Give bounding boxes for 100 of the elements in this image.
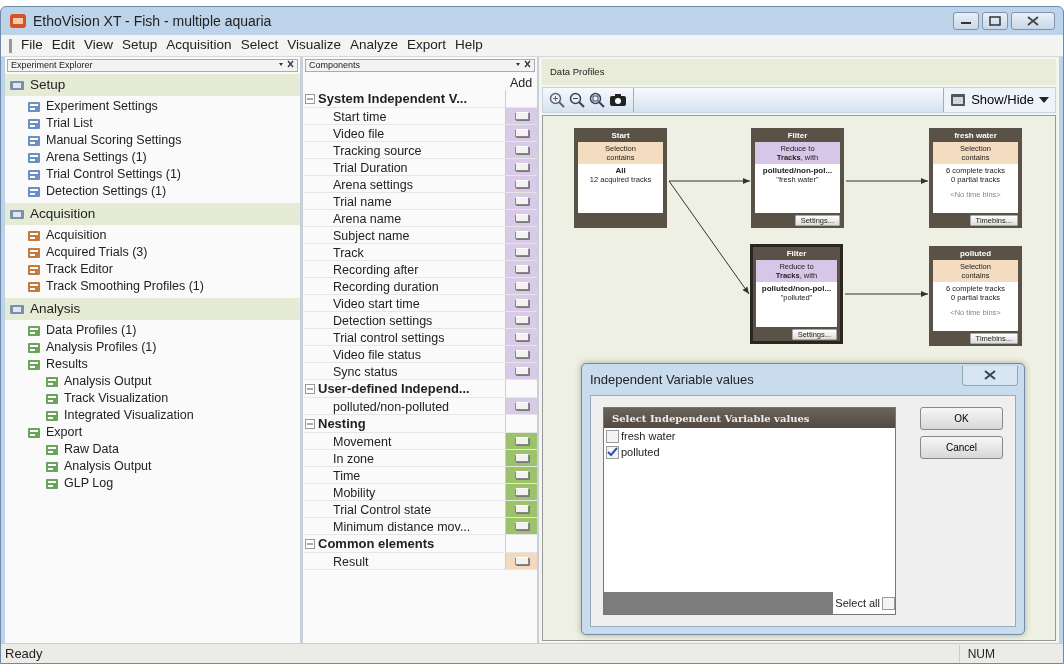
explorer-item[interactable]: Detection Settings (1) (46, 182, 167, 201)
menu-item[interactable]: Edit (51, 35, 76, 56)
collapse-icon[interactable] (305, 93, 315, 104)
section-label[interactable]: Analysis (30, 298, 81, 320)
add-button[interactable] (514, 163, 529, 171)
explorer-item[interactable]: Trial List (46, 114, 93, 133)
menu-item[interactable]: Visualize (287, 35, 341, 56)
add-button[interactable] (514, 112, 529, 120)
menu-item[interactable]: Analyze (349, 35, 398, 56)
add-button[interactable] (514, 350, 529, 358)
cancel-button[interactable]: Cancel (920, 436, 1003, 459)
camera-icon[interactable] (609, 93, 627, 107)
component-name: Result (333, 555, 369, 569)
folder-icon (9, 79, 25, 91)
maximize-icon (989, 16, 1001, 26)
collapse-icon[interactable] (305, 418, 315, 429)
menu-item[interactable]: Acquisition (166, 35, 232, 56)
add-button[interactable] (514, 437, 529, 445)
add-button[interactable] (514, 505, 529, 513)
menu-item[interactable]: Help (455, 35, 483, 56)
panel-title: Experiment Explorer (11, 60, 93, 71)
collapse-icon[interactable] (305, 383, 315, 394)
add-button[interactable] (514, 282, 529, 290)
add-button[interactable] (514, 402, 529, 410)
add-button[interactable] (514, 129, 529, 137)
close-button[interactable] (1011, 12, 1055, 30)
explorer-item[interactable]: Export (46, 423, 83, 442)
add-button[interactable] (514, 557, 529, 565)
add-button[interactable] (514, 248, 529, 256)
collapse-icon[interactable] (305, 538, 315, 549)
section-label[interactable]: Setup (30, 74, 66, 96)
add-button[interactable] (514, 454, 529, 462)
explorer-item[interactable]: GLP Log (64, 474, 114, 493)
add-button[interactable] (514, 471, 529, 479)
grip-icon (9, 38, 12, 53)
checkbox[interactable] (606, 445, 619, 459)
explorer-item[interactable]: Data Profiles (1) (46, 321, 137, 340)
document-icon (45, 443, 59, 456)
component-name: Video file (333, 127, 385, 141)
zoom-in-icon[interactable] (549, 92, 565, 108)
minimize-button[interactable] (953, 12, 979, 30)
pin-close-icon[interactable] (278, 60, 294, 68)
node-title: fresh water (953, 130, 998, 142)
document-icon (45, 375, 59, 388)
explorer-item[interactable]: Acquired Trials (3) (46, 243, 148, 262)
menu-item[interactable]: View (84, 35, 114, 56)
add-button[interactable] (514, 488, 529, 496)
explorer-item[interactable]: Analysis Output (64, 372, 152, 391)
checkbox[interactable] (606, 429, 619, 443)
zoom-fit-icon[interactable] (589, 92, 605, 108)
component-name: Video file status (333, 348, 422, 362)
checkbox[interactable] (882, 596, 895, 610)
ok-button[interactable]: OK (920, 407, 1003, 430)
explorer-item[interactable]: Experiment Settings (46, 97, 158, 116)
maximize-button[interactable] (982, 12, 1008, 30)
explorer-item[interactable]: Trial Control Settings (1) (46, 165, 181, 184)
document-icon (45, 392, 59, 405)
menu-item[interactable]: Select (240, 35, 279, 56)
explorer-item[interactable]: Raw Data (64, 440, 119, 459)
add-button[interactable] (514, 146, 529, 154)
panel-icon (950, 93, 967, 107)
node-text: polluted/non-pol... (760, 284, 833, 293)
add-button[interactable] (514, 231, 529, 239)
add-button[interactable] (514, 299, 529, 307)
explorer-item[interactable]: Analysis Profiles (1) (46, 338, 157, 357)
folder-icon (9, 303, 25, 315)
node-text: polluted/non-pol... (761, 166, 834, 175)
add-button[interactable] (514, 265, 529, 273)
document-icon (27, 341, 41, 354)
explorer-item[interactable]: Results (46, 355, 88, 374)
component-name: Recording duration (333, 280, 439, 294)
group-header: Nesting (318, 415, 366, 432)
close-button[interactable] (962, 365, 1018, 386)
add-button[interactable] (514, 367, 529, 375)
menu-item[interactable]: Setup (122, 35, 158, 56)
select-all-label: Select all (835, 595, 880, 611)
explorer-item[interactable]: Track Smoothing Profiles (1) (46, 277, 204, 296)
document-icon (27, 263, 41, 276)
add-button[interactable] (514, 197, 529, 205)
explorer-item[interactable]: Integrated Visualization (64, 406, 194, 425)
explorer-item[interactable]: Manual Scoring Settings (46, 131, 182, 150)
group-header: Common elements (318, 535, 435, 552)
add-button[interactable] (514, 214, 529, 222)
component-name: Subject name (333, 229, 410, 243)
document-icon (27, 426, 41, 439)
show-hide-button[interactable]: Show/Hide (943, 88, 1055, 112)
add-button[interactable] (514, 522, 529, 530)
explorer-item[interactable]: Track Editor (46, 260, 113, 279)
add-button[interactable] (514, 316, 529, 324)
explorer-item[interactable]: Arena Settings (1) (46, 148, 147, 167)
explorer-item[interactable]: Acquisition (46, 226, 107, 245)
add-button[interactable] (514, 180, 529, 188)
document-icon (45, 460, 59, 473)
menu-item[interactable]: File (21, 35, 43, 56)
pin-close-icon[interactable] (515, 60, 531, 68)
add-button[interactable] (514, 333, 529, 341)
explorer-item[interactable]: Analysis Output (64, 457, 152, 476)
explorer-item[interactable]: Track Visualization (64, 389, 169, 408)
zoom-out-icon[interactable] (569, 92, 585, 108)
menu-item[interactable]: Export (407, 35, 447, 56)
